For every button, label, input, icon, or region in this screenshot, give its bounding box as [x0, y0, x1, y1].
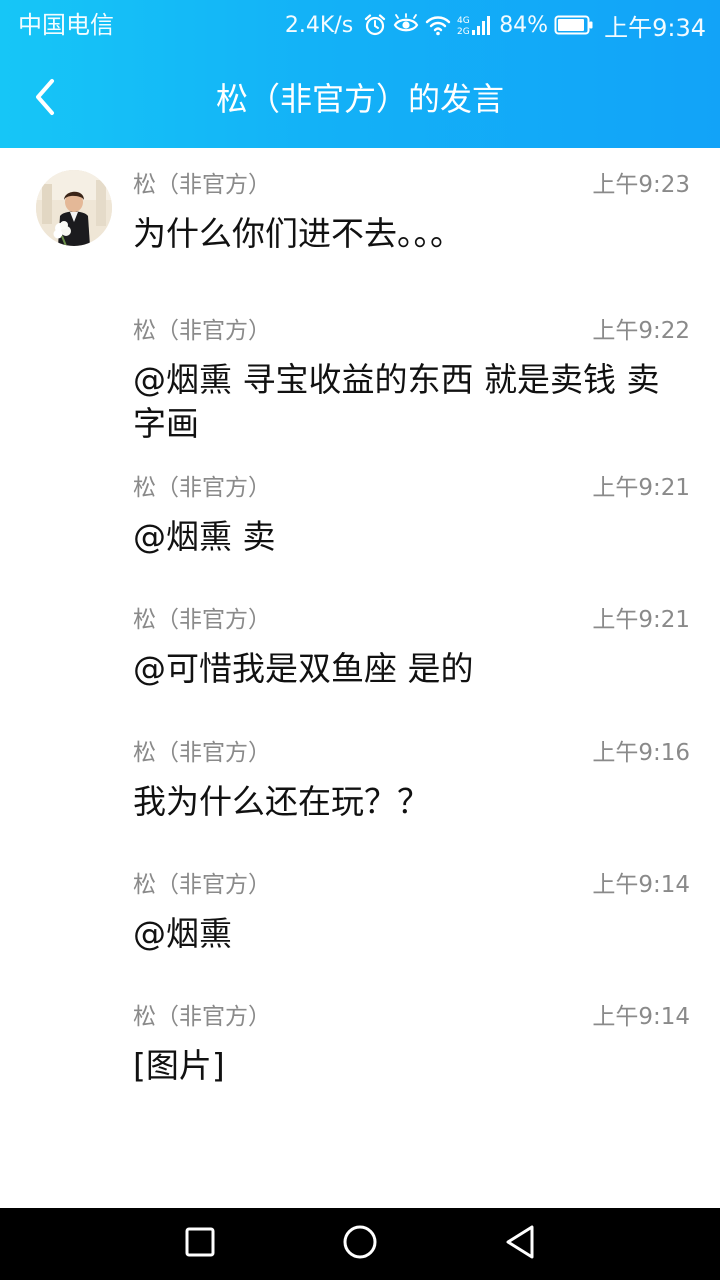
message-item[interactable]: 松（非官方） 上午9:16 我为什么还在玩？？	[0, 716, 720, 841]
message-item[interactable]: 松（非官方） 上午9:14 [图片]	[0, 980, 720, 1105]
message-list[interactable]: 松（非官方） 上午9:23 为什么你们进不去。。。 松（非官方） 上午9:22 …	[0, 148, 720, 1208]
screen: 中国电信 2.4K/s 4G 2G 84% 上午9:34 松（非官方）的发言 松…	[0, 0, 720, 1280]
nav-back-button[interactable]	[498, 1222, 542, 1266]
sender-name: 松（非官方）	[133, 475, 271, 501]
message-text: @烟熏	[133, 914, 232, 953]
navigation-bar	[0, 1208, 720, 1280]
sender-name: 松（非官方）	[133, 740, 271, 766]
message-time: 上午9:22	[592, 318, 690, 344]
message-time: 上午9:23	[592, 172, 690, 198]
recent-apps-button[interactable]	[178, 1222, 222, 1266]
home-button[interactable]	[338, 1222, 382, 1266]
title-bar: 松（非官方）的发言	[0, 50, 720, 148]
back-icon	[502, 1223, 538, 1265]
message-text: @可惜我是双鱼座 是的	[133, 649, 474, 688]
message-time: 上午9:14	[592, 872, 690, 898]
message-time: 上午9:21	[592, 607, 690, 633]
svg-text:4G: 4G	[457, 16, 470, 26]
sender-name: 松（非官方）	[133, 318, 271, 344]
message-text[interactable]: [图片]	[133, 1044, 683, 1088]
battery-icon	[554, 14, 594, 36]
message-text: 为什么你们进不去。。。	[133, 214, 463, 253]
network-speed: 2.4K/s	[284, 12, 354, 38]
status-icons: 2.4K/s 4G 2G 84% 上午9:34	[284, 9, 706, 42]
page-title: 松（非官方）的发言	[215, 80, 504, 118]
message-item[interactable]: 松（非官方） 上午9:21 @烟熏 卖	[0, 451, 720, 576]
signal-4g-icon: 4G 2G	[457, 13, 493, 37]
svg-text:2G: 2G	[457, 27, 470, 37]
message-time: 上午9:14	[592, 1004, 690, 1030]
message-time: 上午9:21	[592, 475, 690, 501]
home-icon	[341, 1223, 379, 1265]
alarm-icon	[363, 13, 387, 37]
avatar[interactable]	[36, 170, 112, 246]
message-item[interactable]: 松（非官方） 上午9:21 @可惜我是双鱼座 是的	[0, 583, 720, 708]
header: 中国电信 2.4K/s 4G 2G 84% 上午9:34 松（非官方）的发言	[0, 0, 720, 148]
sender-name: 松（非官方）	[133, 607, 271, 633]
message-text: 我为什么还在玩？？	[133, 782, 430, 821]
eye-icon	[393, 13, 419, 37]
message-item[interactable]: 松（非官方） 上午9:23 为什么你们进不去。。。	[0, 148, 720, 288]
message-time: 上午9:16	[592, 740, 690, 766]
clock: 上午9:34	[604, 13, 706, 42]
message-text: @烟熏 寻宝收益的东西 就是卖钱 卖字画	[133, 360, 660, 443]
sender-name: 松（非官方）	[133, 1004, 271, 1030]
battery-percent: 84%	[499, 12, 549, 38]
carrier-label: 中国电信	[18, 11, 114, 39]
message-item[interactable]: 松（非官方） 上午9:22 @烟熏 寻宝收益的东西 就是卖钱 卖字画	[0, 294, 720, 444]
recent-apps-icon	[183, 1225, 217, 1263]
status-bar: 中国电信 2.4K/s 4G 2G 84% 上午9:34	[0, 0, 720, 50]
message-item[interactable]: 松（非官方） 上午9:14 @烟熏	[0, 848, 720, 973]
sender-name: 松（非官方）	[133, 872, 271, 898]
message-text: @烟熏 卖	[133, 517, 276, 556]
sender-name: 松（非官方）	[133, 172, 271, 198]
wifi-icon	[425, 14, 451, 36]
